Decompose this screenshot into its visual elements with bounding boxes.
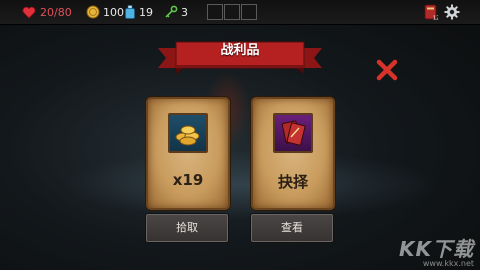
reward-card-gold[interactable]: x19	[146, 97, 230, 210]
heart-icon	[22, 6, 36, 19]
gold-display: 100	[86, 0, 124, 24]
potion-display: 19	[124, 0, 153, 24]
key-display: 3	[164, 0, 188, 24]
gold-coins-icon	[168, 113, 208, 153]
hp-display: 20/80	[22, 0, 72, 24]
watermark-logo: KK下载	[399, 237, 474, 261]
site-watermark: KK下载 www.kkx.net	[399, 233, 474, 268]
key-value: 3	[181, 5, 188, 19]
view-button[interactable]: 查看	[251, 214, 333, 242]
background-glow	[60, 150, 440, 220]
potion-icon	[125, 5, 135, 19]
deck-count: 12	[433, 16, 438, 21]
gold-coin-icon	[86, 5, 100, 19]
reward-title: 战利品	[220, 43, 260, 58]
relic-slot-1[interactable]	[207, 4, 223, 20]
close-icon[interactable]	[374, 57, 400, 83]
relic-slot-3[interactable]	[241, 4, 257, 20]
relic-slot-2[interactable]	[224, 4, 240, 20]
take-button[interactable]: 拾取	[146, 214, 228, 242]
key-icon	[165, 5, 178, 18]
hp-value: 20/80	[40, 5, 72, 19]
reward-card-choice[interactable]: 抉择	[251, 97, 335, 210]
deck-icon[interactable]: 12	[424, 4, 438, 20]
gold-value: 100	[103, 5, 124, 19]
gold-amount: x19	[172, 171, 204, 189]
gear-icon[interactable]	[444, 4, 460, 20]
potion-value: 19	[139, 5, 153, 19]
card-icon	[273, 113, 313, 153]
choice-label: 抉择	[277, 173, 308, 191]
top-hud: 20/80 100 19 3 12	[0, 0, 480, 25]
